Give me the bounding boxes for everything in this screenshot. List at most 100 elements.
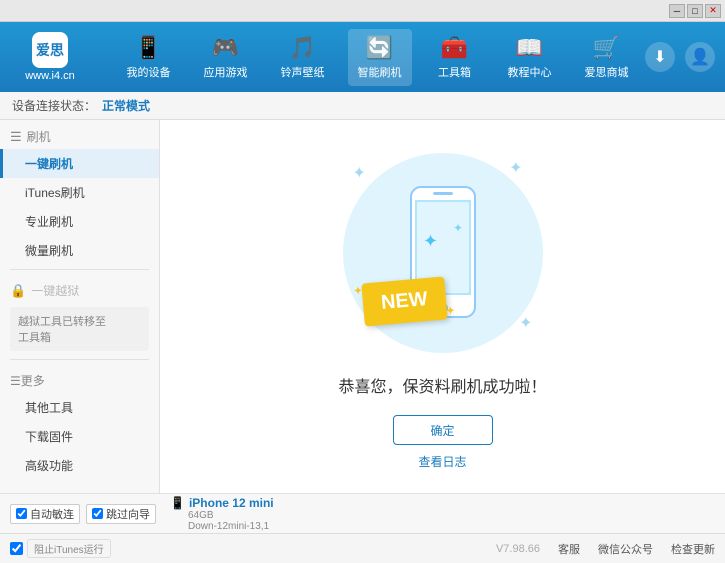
sidebar-item-download-firmware[interactable]: 下载固件 <box>0 422 159 451</box>
skip-wizard-label: 跳过向导 <box>106 506 150 522</box>
device-model: Down-12mini-13,1 <box>170 521 330 532</box>
sparkle-2: ✦ <box>509 158 522 178</box>
smart-flash-icon: 🔄 <box>366 35 393 61</box>
itunes-flash-label: iTunes刷机 <box>25 186 85 200</box>
version-label: V7.98.66 <box>496 543 540 555</box>
bottom-left-panel: 自动敏连 跳过向导 <box>10 504 170 524</box>
check-update-link[interactable]: 检查更新 <box>671 541 715 557</box>
sidebar-item-advanced[interactable]: 高级功能 <box>0 451 159 480</box>
show-log-link[interactable]: 查看日志 <box>418 453 466 470</box>
window-controls[interactable]: ─ □ ✕ <box>669 4 721 18</box>
nav-store[interactable]: 🛒 爱思商城 <box>575 29 639 86</box>
logo-icon: 爱思 <box>32 32 68 68</box>
sparkle-1: ✦ <box>353 163 366 183</box>
more-label: 更多 <box>21 372 45 389</box>
footer-bar: 阻止iTunes运行 V7.98.66 客服 微信公众号 检查更新 <box>0 533 725 563</box>
nav-smart-flash[interactable]: 🔄 智能刷机 <box>348 29 412 86</box>
download-button[interactable]: ⬇ <box>645 42 675 72</box>
auto-connect-input[interactable] <box>16 508 27 519</box>
main-layout: ☰ 刷机 一键刷机 iTunes刷机 专业刷机 微量刷机 🔒 一键越狱 越狱工具… <box>0 120 725 493</box>
minimize-button[interactable]: ─ <box>669 4 685 18</box>
header: 爱思 www.i4.cn 📱 我的设备 🎮 应用游戏 🎵 铃声壁纸 🔄 智能刷机… <box>0 22 725 92</box>
status-bar: 设备连接状态： 正常模式 <box>0 92 725 120</box>
sidebar-item-pro-flash[interactable]: 专业刷机 <box>0 207 159 236</box>
title-bar: ─ □ ✕ <box>0 0 725 22</box>
status-label: 设备连接状态： <box>12 97 96 114</box>
svg-text:✦: ✦ <box>423 231 438 251</box>
auto-connect-label: 自动敏连 <box>30 506 74 522</box>
wechat-link[interactable]: 微信公众号 <box>598 541 653 557</box>
nav-store-label: 爱思商城 <box>585 64 629 80</box>
nav-my-device-label: 我的设备 <box>127 64 171 80</box>
nav-toolbox-label: 工具箱 <box>438 64 471 80</box>
sidebar-item-save-flash[interactable]: 微量刷机 <box>0 236 159 265</box>
sidebar-divider-2 <box>10 359 149 360</box>
nav-ringtones-label: 铃声壁纸 <box>281 64 325 80</box>
sidebar-jailbreak-header: 🔒 一键越狱 <box>0 274 159 303</box>
logo[interactable]: 爱思 www.i4.cn <box>10 32 90 82</box>
sidebar-flash-label: 刷机 <box>27 128 51 145</box>
sidebar-flash-header: ☰ 刷机 <box>0 120 159 149</box>
skip-wizard-input[interactable] <box>92 508 103 519</box>
close-button[interactable]: ✕ <box>705 4 721 18</box>
user-button[interactable]: 👤 <box>685 42 715 72</box>
success-message: 恭喜您，保资料刷机成功啦！ <box>338 373 546 397</box>
customer-service-link[interactable]: 客服 <box>558 541 580 557</box>
itunes-checkbox[interactable] <box>10 542 23 555</box>
skip-wizard-checkbox[interactable]: 跳过向导 <box>86 504 156 524</box>
bottom-section: 自动敏连 跳过向导 📱 iPhone 12 mini 64GB Down-12m… <box>0 493 725 533</box>
footer-right: V7.98.66 客服 微信公众号 检查更新 <box>111 541 715 557</box>
device-info-panel: 📱 iPhone 12 mini 64GB Down-12mini-13,1 <box>170 496 330 532</box>
new-banner: NEW <box>361 276 447 326</box>
svg-text:✦: ✦ <box>453 221 463 235</box>
jailbreak-label: 一键越狱 <box>31 282 79 299</box>
maximize-button[interactable]: □ <box>687 4 703 18</box>
sidebar-more-header: ☰ 更多 <box>0 364 159 393</box>
save-flash-label: 微量刷机 <box>25 244 73 258</box>
one-click-flash-label: 一键刷机 <box>25 157 73 171</box>
download-firmware-label: 下载固件 <box>25 430 73 444</box>
header-right: ⬇ 👤 <box>645 42 715 72</box>
device-name: iPhone 12 mini <box>189 496 274 510</box>
apps-games-icon: 🎮 <box>212 35 239 61</box>
my-device-icon: 📱 <box>135 35 162 61</box>
nav-ringtones[interactable]: 🎵 铃声壁纸 <box>271 29 335 86</box>
itunes-status-label: 阻止iTunes运行 <box>27 539 111 558</box>
nav-my-device[interactable]: 📱 我的设备 <box>117 29 181 86</box>
store-icon: 🛒 <box>593 35 620 61</box>
logo-site: www.i4.cn <box>25 70 75 82</box>
content-area: ✦ ✦ NEW ✦ ✦ ✦ 恭喜您，保资料刷机成功啦！ 确定 查看日志 <box>160 120 725 493</box>
sidebar-item-one-click-flash[interactable]: 一键刷机 <box>0 149 159 178</box>
nav-items: 📱 我的设备 🎮 应用游戏 🎵 铃声壁纸 🔄 智能刷机 🧰 工具箱 📖 教程中心… <box>110 29 645 86</box>
success-illustration: ✦ ✦ NEW ✦ ✦ ✦ <box>333 143 553 363</box>
nav-apps-games-label: 应用游戏 <box>204 64 248 80</box>
sidebar-item-itunes-flash[interactable]: iTunes刷机 <box>0 178 159 207</box>
device-storage: 64GB <box>170 510 330 521</box>
ringtones-icon: 🎵 <box>289 35 316 61</box>
device-row: 📱 iPhone 12 mini <box>170 496 330 510</box>
advanced-label: 高级功能 <box>25 459 73 473</box>
device-icon: 📱 <box>170 496 185 510</box>
jailbreak-notice: 越狱工具已转移至工具箱 <box>10 307 149 351</box>
confirm-button[interactable]: 确定 <box>393 415 493 445</box>
nav-apps-games[interactable]: 🎮 应用游戏 <box>194 29 258 86</box>
more-icon: ☰ <box>10 374 21 388</box>
tutorial-icon: 📖 <box>516 35 543 61</box>
toolbox-icon: 🧰 <box>441 35 468 61</box>
status-value: 正常模式 <box>102 97 150 114</box>
nav-smart-flash-label: 智能刷机 <box>358 64 402 80</box>
nav-tutorial-label: 教程中心 <box>508 64 552 80</box>
auto-connect-checkbox[interactable]: 自动敏连 <box>10 504 80 524</box>
itunes-status[interactable]: 阻止iTunes运行 <box>10 539 111 558</box>
checkbox-row: 自动敏连 跳过向导 <box>10 504 170 524</box>
nav-tutorial[interactable]: 📖 教程中心 <box>498 29 562 86</box>
new-badge-text: NEW <box>380 288 428 314</box>
sidebar-item-other-tools[interactable]: 其他工具 <box>0 393 159 422</box>
sidebar-divider-1 <box>10 269 149 270</box>
flash-section-icon: ☰ <box>10 129 22 145</box>
pro-flash-label: 专业刷机 <box>25 215 73 229</box>
other-tools-label: 其他工具 <box>25 401 73 415</box>
sparkle-3: ✦ <box>519 313 532 333</box>
lock-icon: 🔒 <box>10 283 26 299</box>
nav-toolbox[interactable]: 🧰 工具箱 <box>425 29 485 86</box>
